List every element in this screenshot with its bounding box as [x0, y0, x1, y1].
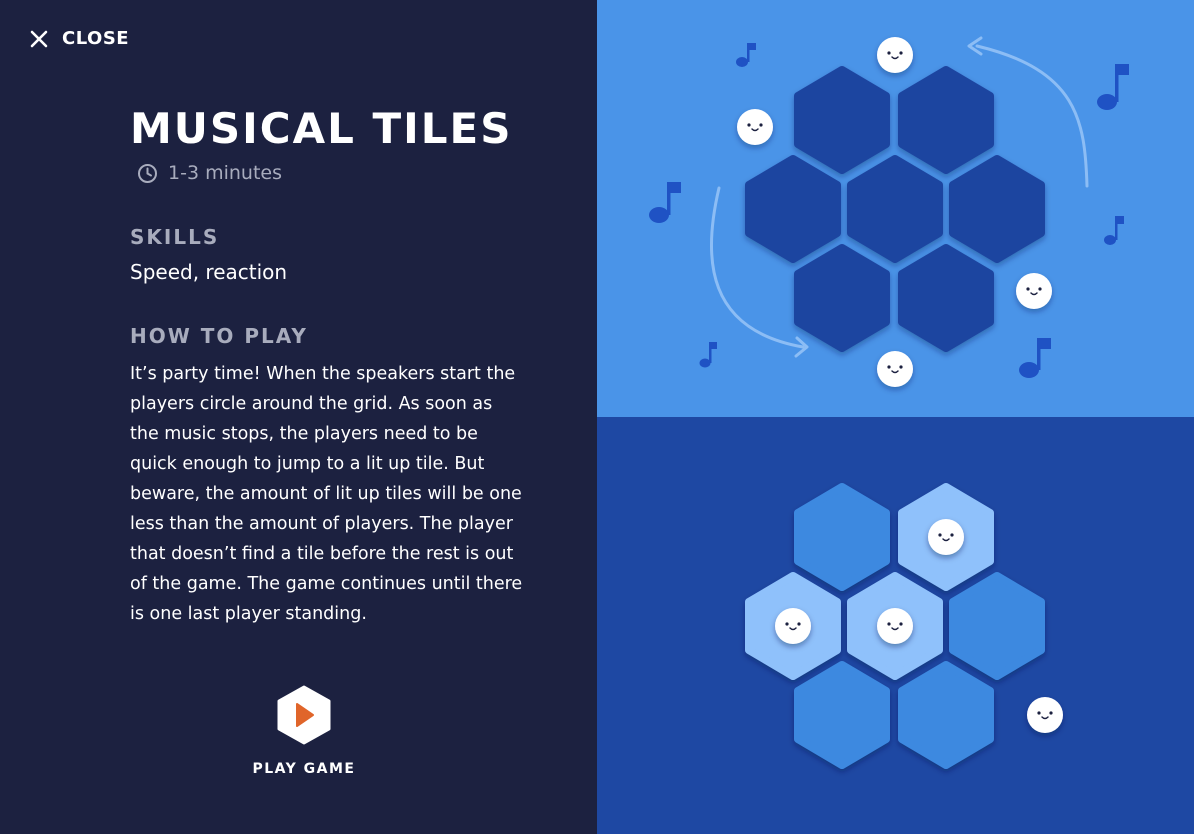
tile	[898, 244, 994, 352]
tile	[794, 244, 890, 352]
duration: 1-3 minutes	[137, 162, 282, 184]
close-label: CLOSE	[62, 28, 130, 49]
player-icon	[877, 608, 913, 644]
info-panel: CLOSE MUSICAL TILES 1-3 minutes SKILLS S…	[0, 0, 597, 834]
skills-heading: SKILLS	[130, 225, 220, 249]
tile	[949, 155, 1045, 263]
tile	[898, 66, 994, 174]
close-button[interactable]: CLOSE	[30, 28, 129, 49]
how-to-play-heading: HOW TO PLAY	[130, 324, 308, 348]
clock-icon	[137, 163, 158, 184]
play-game-button[interactable]: PLAY GAME	[240, 685, 368, 777]
tile	[847, 155, 943, 263]
music-note-icon	[699, 342, 717, 368]
music-note-icon	[1097, 64, 1129, 110]
player-icon	[737, 109, 773, 145]
skills-text: Speed, reaction	[130, 260, 288, 284]
tile	[745, 155, 841, 263]
game-title: MUSICAL TILES	[130, 104, 513, 153]
player-icon	[775, 608, 811, 644]
close-icon	[30, 30, 48, 48]
tile	[794, 483, 890, 591]
play-icon	[276, 685, 332, 745]
music-note-icon	[1019, 338, 1051, 378]
tile	[794, 661, 890, 769]
duration-text: 1-3 minutes	[168, 162, 282, 184]
music-note-icon	[1104, 216, 1124, 245]
music-note-icon	[649, 182, 681, 223]
music-note-icon	[736, 43, 756, 67]
player-icon-eliminated	[1027, 697, 1063, 733]
illustration-music-playing	[597, 0, 1194, 417]
player-icon	[1016, 273, 1052, 309]
tile	[794, 66, 890, 174]
tile	[898, 661, 994, 769]
tile	[949, 572, 1045, 680]
illustration-music-stopped	[597, 417, 1194, 834]
player-icon	[877, 351, 913, 387]
play-game-label: PLAY GAME	[252, 761, 356, 777]
player-icon	[928, 519, 964, 555]
how-to-play-text: It’s party time! When the speakers start…	[130, 364, 523, 624]
player-icon	[877, 37, 913, 73]
